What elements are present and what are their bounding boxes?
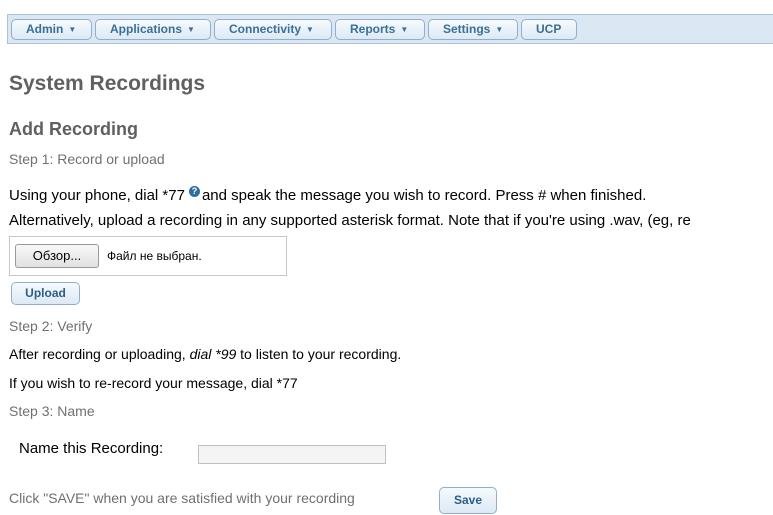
save-button[interactable]: Save bbox=[439, 487, 497, 514]
nav-reports-menu[interactable]: Reports ▼ bbox=[335, 19, 425, 40]
step2-label: Step 2: Verify bbox=[9, 318, 93, 334]
chevron-down-icon: ▼ bbox=[495, 25, 504, 34]
recording-name-input[interactable] bbox=[198, 445, 386, 464]
step2-text-post: to listen to your recording. bbox=[240, 346, 402, 362]
section-title: Add Recording bbox=[9, 119, 138, 139]
nav-connectivity-label: Connectivity bbox=[229, 22, 302, 36]
chevron-down-icon: ▼ bbox=[400, 25, 409, 34]
nav-ucp-label: UCP bbox=[536, 22, 562, 36]
browse-button[interactable]: Обзор... bbox=[15, 244, 99, 268]
step1-instruction-post: and speak the message you wish to record… bbox=[201, 187, 647, 204]
upload-alternative-text: Alternatively, upload a recording in any… bbox=[9, 212, 691, 229]
nav-admin-label: Admin bbox=[26, 22, 64, 36]
step2-instruction: After recording or uploading, dial *99 t… bbox=[9, 346, 401, 362]
page-title: System Recordings bbox=[9, 72, 206, 95]
nav-connectivity-menu[interactable]: Connectivity ▼ bbox=[214, 19, 332, 40]
nav-settings-label: Settings bbox=[443, 22, 491, 36]
chevron-down-icon: ▼ bbox=[306, 25, 314, 34]
nav-applications-label: Applications bbox=[110, 22, 183, 36]
nav-applications-menu[interactable]: Applications ▼ bbox=[95, 19, 211, 40]
nav-ucp-link[interactable]: UCP bbox=[521, 19, 577, 40]
help-icon[interactable]: ? bbox=[188, 186, 200, 197]
file-upload-field: Обзор... Файл не выбран. bbox=[9, 236, 287, 276]
name-field-label: Name this Recording: bbox=[19, 440, 164, 457]
step1-instruction: Using your phone, dial *77? and speak the… bbox=[9, 186, 646, 204]
step1-label: Step 1: Record or upload bbox=[9, 151, 165, 167]
save-prompt: Click "SAVE" when you are satisfied with… bbox=[9, 490, 355, 506]
top-nav-bar: Admin ▼ Applications ▼ Connectivity ▼ Repor… bbox=[7, 14, 773, 44]
upload-button[interactable]: Upload bbox=[11, 282, 80, 305]
nav-admin-menu[interactable]: Admin ▼ bbox=[11, 19, 92, 40]
step1-instruction-pre: Using your phone, dial *77 bbox=[9, 187, 185, 204]
nav-settings-menu[interactable]: Settings ▼ bbox=[428, 19, 518, 40]
step2-text-pre: After recording or uploading, bbox=[9, 346, 186, 362]
chevron-down-icon: ▼ bbox=[68, 25, 77, 34]
step3-label: Step 3: Name bbox=[9, 403, 95, 419]
chevron-down-icon: ▼ bbox=[187, 25, 195, 34]
file-status-text: Файл не выбран. bbox=[107, 249, 202, 263]
nav-reports-label: Reports bbox=[350, 22, 396, 36]
dial-99-text: dial *99 bbox=[189, 346, 237, 362]
rerecord-text: If you wish to re-record your message, d… bbox=[9, 375, 298, 391]
